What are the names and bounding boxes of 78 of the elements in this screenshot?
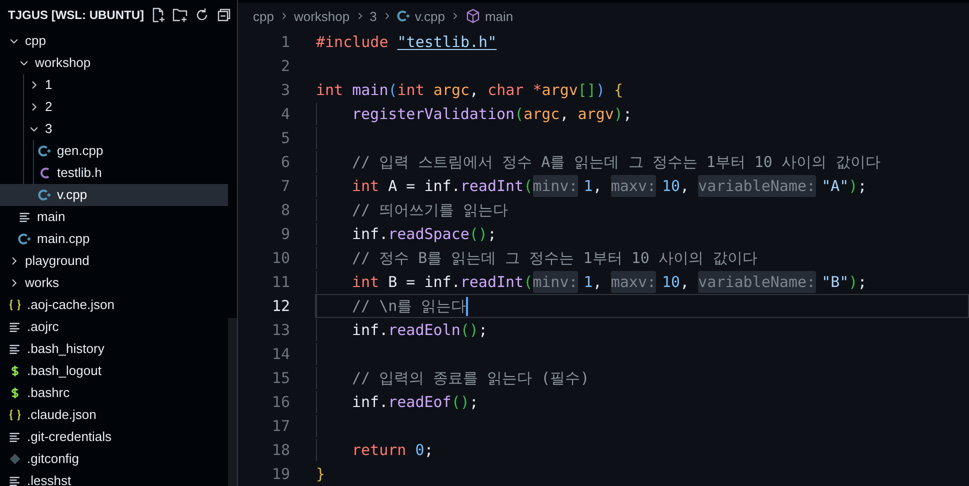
explorer-title: TJGUS [WSL: UBUNTU]	[8, 7, 144, 24]
braces-icon	[8, 408, 22, 422]
line-number: 7	[280, 176, 290, 197]
tree-item[interactable]: .aoj-cache.json	[0, 294, 228, 316]
tree-item[interactable]: works	[0, 272, 228, 294]
breadcrumb[interactable]: 3	[370, 6, 377, 26]
code-line: // \n를 읽는다	[352, 296, 466, 317]
line-number: 16	[270, 392, 290, 413]
tree-item[interactable]: 1	[0, 74, 228, 96]
code-line: int main(int argc, char *argv[]) {	[316, 80, 624, 101]
breadcrumb[interactable]: workshop	[294, 6, 350, 26]
line-number: 13	[270, 320, 290, 341]
breadcrumb[interactable]: main	[464, 6, 514, 26]
cube-icon	[464, 8, 481, 24]
code-line: // 입력 스트림에서 정수 A를 읽는데 그 정수는 1부터 10 사이의 값이다	[352, 152, 881, 173]
code-line: // 입력의 종료를 읽는다 (필수)	[352, 368, 590, 389]
code-line: inf.readEoln();	[352, 320, 488, 341]
line-number: 3	[280, 80, 290, 101]
code-line: return 0;	[352, 440, 434, 461]
line-number: 6	[280, 152, 290, 173]
text-lines-icon	[8, 320, 22, 334]
tree-item[interactable]: gen.cpp	[0, 140, 228, 162]
code-line: int B = inf.readInt(minv: 1, maxv: 10, variableName: "B");	[352, 270, 867, 294]
new-folder-icon[interactable]	[172, 7, 188, 23]
tree-item[interactable]: testlib.h	[0, 162, 228, 184]
line-number: 1	[280, 32, 290, 53]
text-lines-icon	[8, 342, 22, 356]
tree-item[interactable]: playground	[0, 250, 228, 272]
tree-item[interactable]: .aojrc	[0, 316, 228, 338]
line-number: 11	[270, 272, 290, 293]
tree-item[interactable]: cpp	[0, 30, 228, 52]
line-number: 15	[270, 368, 290, 389]
line-number: 10	[270, 248, 290, 269]
line-number: 9	[280, 224, 290, 245]
code-line: }	[316, 464, 326, 485]
code-line: #include "testlib.h"	[316, 32, 497, 53]
braces-icon	[8, 298, 22, 312]
cpp-file-icon	[18, 232, 32, 246]
line-number: 5	[280, 128, 290, 149]
text-cursor	[466, 296, 468, 316]
tree-item[interactable]: .lesshst	[0, 470, 228, 486]
line-number: 4	[280, 104, 290, 125]
tree-item[interactable]: .bash_logout	[0, 360, 228, 382]
cpp-file-icon	[396, 9, 411, 24]
tree-item[interactable]: .bash_history	[0, 338, 228, 360]
line-number: 8	[280, 200, 290, 221]
code-line: inf.readSpace();	[352, 224, 496, 245]
line-number: 14	[270, 344, 290, 365]
line-number: 18	[270, 440, 290, 461]
collapse-all-icon[interactable]	[216, 7, 232, 23]
tree-item[interactable]: .claude.json	[0, 404, 228, 426]
c-header-file-icon	[38, 166, 52, 180]
line-number: 19	[270, 464, 290, 485]
line-number: 17	[270, 416, 290, 437]
line-number: 2	[280, 56, 290, 77]
text-lines-icon	[8, 474, 22, 486]
tree-item[interactable]: .git-credentials	[0, 426, 228, 448]
breadcrumb[interactable]: cpp	[253, 6, 274, 26]
tree-item[interactable]: main	[0, 206, 228, 228]
code-line: // 정수 B를 읽는데 그 정수는 1부터 10 사이의 값이다	[352, 248, 758, 269]
cpp-file-icon	[38, 144, 52, 158]
cpp-file-icon	[38, 188, 52, 202]
tree-item[interactable]: .bashrc	[0, 382, 228, 404]
text-lines-icon	[18, 210, 32, 224]
line-number: 12	[270, 296, 290, 317]
code-line: // 띄어쓰기를 읽는다	[352, 200, 508, 221]
diamond-icon	[8, 452, 22, 466]
text-lines-icon	[8, 430, 22, 444]
tree-item[interactable]: main.cpp	[0, 228, 228, 250]
code-line: registerValidation(argc, argv);	[352, 104, 632, 125]
code-line: inf.readEof();	[352, 392, 478, 413]
tree-item[interactable]: 2	[0, 96, 228, 118]
tree-item[interactable]: v.cpp	[0, 184, 228, 206]
code-line: int A = inf.readInt(minv: 1, maxv: 10, variableName: "A");	[352, 174, 867, 198]
breadcrumb[interactable]: v.cpp	[396, 6, 445, 26]
tree-item[interactable]: .gitconfig	[0, 448, 228, 470]
tree-item[interactable]: 3	[0, 118, 228, 140]
tree-item[interactable]: workshop	[0, 52, 228, 74]
